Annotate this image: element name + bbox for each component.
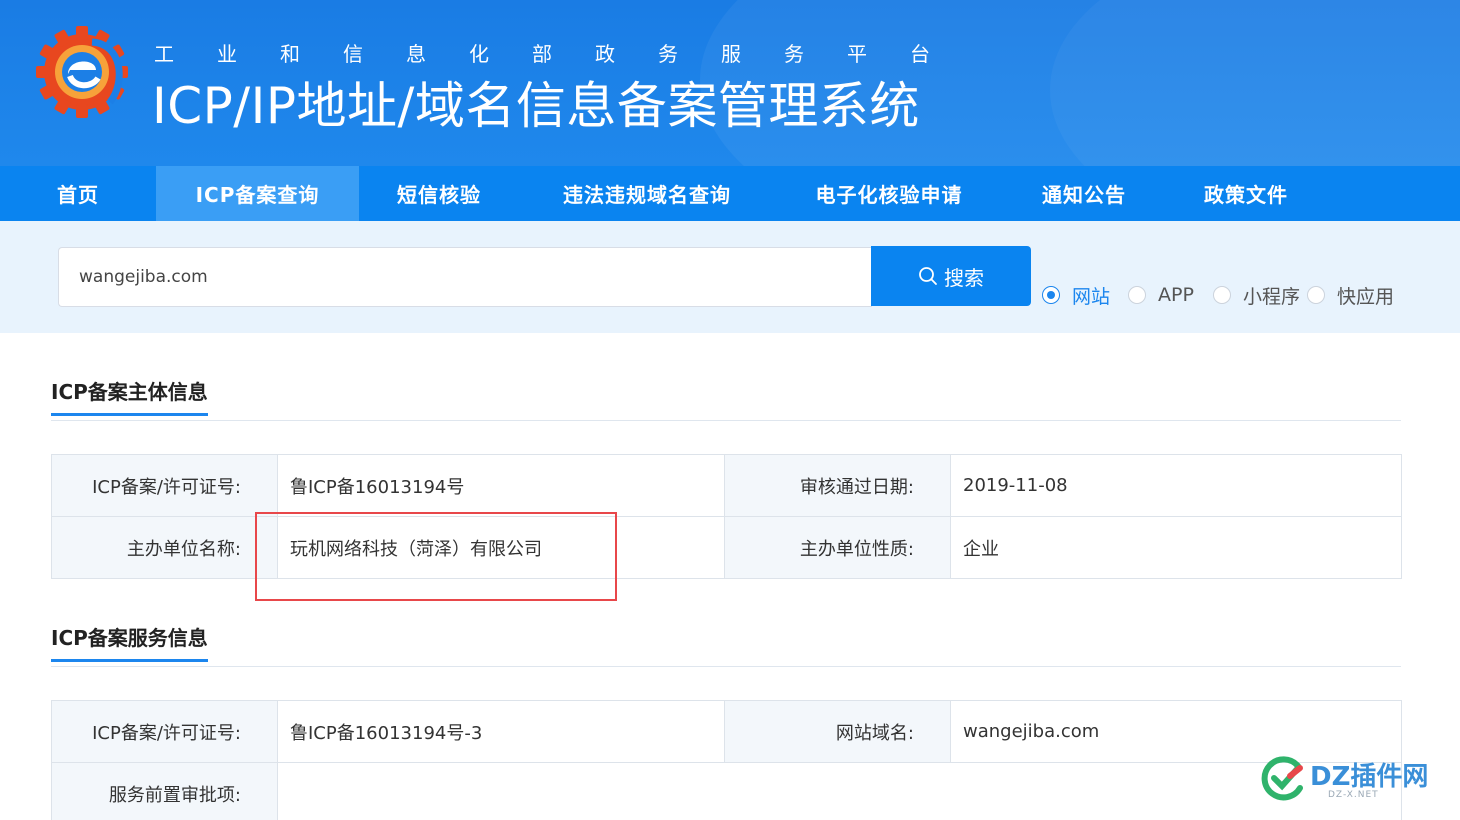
subtitle-char: 部: [532, 42, 552, 66]
table-row: 主办单位名称: 玩机网络科技（菏泽）有限公司 主办单位性质: 企业: [51, 516, 1402, 579]
table-row: ICP备案/许可证号: 鲁ICP备16013194号-3 网站域名: wange…: [51, 700, 1402, 763]
field-label: 服务前置审批项:: [51, 762, 278, 820]
section-divider: [51, 666, 1401, 667]
subtitle-char: 服: [721, 42, 741, 66]
subtitle-char: 政: [595, 42, 615, 66]
field-value: 2019-11-08: [950, 454, 1402, 517]
miit-logo-icon: [36, 26, 128, 118]
section-divider: [51, 420, 1401, 421]
nav-item-home[interactable]: 首页: [0, 166, 156, 221]
nav-item-sms-verify[interactable]: 短信核验: [359, 166, 519, 221]
watermark-text: DZ插件网: [1310, 762, 1429, 792]
field-value: [277, 762, 1402, 820]
radio-label: 网站: [1072, 285, 1111, 308]
nav-item-icp-query[interactable]: ICP备案查询: [156, 166, 359, 221]
field-label: 主办单位性质:: [724, 516, 951, 579]
subtitle-char: 息: [406, 42, 426, 66]
header-subtitle: 工 业 和 信 息 化 部 政 务 服 务 平 台: [152, 38, 932, 67]
field-label: ICP备案/许可证号:: [51, 700, 278, 763]
field-value: 企业: [950, 516, 1402, 579]
subtitle-char: 工: [154, 42, 174, 66]
field-value: 鲁ICP备16013194号: [277, 454, 725, 517]
red-highlight-box: [255, 512, 617, 601]
header-decoration: [1050, 0, 1460, 166]
section-title-service-info: ICP备案服务信息: [51, 622, 208, 662]
subject-info-table: ICP备案/许可证号: 鲁ICP备16013194号 审核通过日期: 2019-…: [51, 454, 1402, 579]
radio-circle-icon: [1042, 286, 1060, 304]
nav-item-illegal-domain-query[interactable]: 违法违规域名查询: [519, 166, 775, 221]
subtitle-char: 化: [469, 42, 489, 66]
radio-circle-icon: [1307, 286, 1325, 304]
table-row: 服务前置审批项:: [51, 762, 1402, 820]
nav-item-policy-docs[interactable]: 政策文件: [1165, 166, 1327, 221]
search-button-label: 搜索: [944, 267, 984, 290]
site-header: 工 业 和 信 息 化 部 政 务 服 务 平 台 ICP/IP地址/域名信息备…: [0, 0, 1460, 166]
field-label: 主办单位名称:: [51, 516, 278, 579]
nav-item-electronic-verify[interactable]: 电子化核验申请: [775, 166, 1003, 221]
subtitle-char: 平: [847, 42, 867, 66]
subtitle-char: 台: [910, 42, 930, 66]
service-info-table: ICP备案/许可证号: 鲁ICP备16013194号-3 网站域名: wange…: [51, 700, 1402, 820]
radio-label: APP: [1158, 284, 1194, 306]
subtitle-char: 信: [343, 42, 363, 66]
query-type-radio-group: 网站 APP 小程序 快应用: [1042, 282, 1394, 308]
watermark-subtext: DZ-X.NET: [1328, 790, 1379, 800]
radio-circle-icon: [1128, 286, 1146, 304]
main-nav: 首页 ICP备案查询 短信核验 违法违规域名查询 电子化核验申请 通知公告 政策…: [0, 166, 1460, 221]
search-input[interactable]: [58, 247, 872, 307]
radio-label: 小程序: [1243, 285, 1301, 308]
page-title: ICP/IP地址/域名信息备案管理系统: [152, 77, 920, 135]
dz-logo-icon: [1261, 756, 1303, 801]
radio-circle-icon: [1213, 286, 1231, 304]
section-title-subject-info: ICP备案主体信息: [51, 376, 208, 416]
field-value: 鲁ICP备16013194号-3: [277, 700, 725, 763]
radio-app[interactable]: APP: [1128, 284, 1213, 306]
field-label: 审核通过日期:: [724, 454, 951, 517]
subtitle-char: 和: [280, 42, 300, 66]
radio-label: 快应用: [1337, 285, 1395, 308]
nav-item-notices[interactable]: 通知公告: [1003, 166, 1165, 221]
dz-watermark: DZ插件网 DZ-X.NET: [1260, 752, 1450, 812]
radio-mini-program[interactable]: 小程序: [1213, 282, 1307, 309]
field-label: 网站域名:: [724, 700, 951, 763]
subtitle-char: 务: [784, 42, 804, 66]
subtitle-char: 业: [217, 42, 237, 66]
search-icon: [919, 267, 937, 285]
radio-quick-app[interactable]: 快应用: [1307, 282, 1394, 309]
field-label: ICP备案/许可证号:: [51, 454, 278, 517]
subtitle-char: 务: [658, 42, 678, 66]
radio-website[interactable]: 网站: [1042, 282, 1128, 309]
search-button[interactable]: 搜索: [871, 246, 1031, 306]
table-row: ICP备案/许可证号: 鲁ICP备16013194号 审核通过日期: 2019-…: [51, 454, 1402, 517]
